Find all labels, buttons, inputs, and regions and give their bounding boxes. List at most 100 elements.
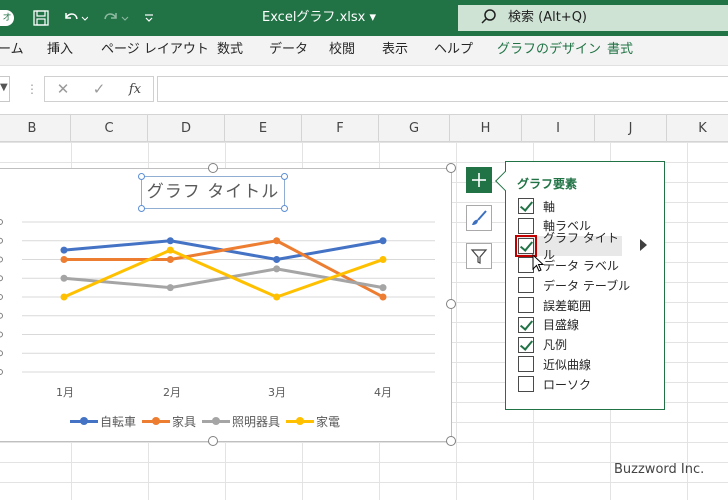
column-header-h[interactable]: H xyxy=(450,115,522,142)
checkbox[interactable] xyxy=(518,356,534,373)
chart-element-option[interactable]: ローソク xyxy=(518,374,656,394)
checkbox[interactable] xyxy=(518,316,534,333)
chart-resize-handle[interactable] xyxy=(446,436,456,446)
checkbox[interactable] xyxy=(518,297,534,313)
tab-view[interactable]: 表示 xyxy=(382,36,408,66)
legend-item: 家電 xyxy=(286,413,340,430)
chart-legend[interactable]: 自転車 家具 照明器具 家電 xyxy=(70,413,346,429)
data-point xyxy=(379,237,387,245)
column-header-g[interactable]: G xyxy=(379,115,450,142)
name-box-dropdown-icon[interactable]: ▼ xyxy=(0,82,8,93)
plot-area[interactable] xyxy=(0,168,452,442)
data-point xyxy=(273,265,281,273)
column-header-j[interactable]: J xyxy=(595,115,667,142)
tab-page-layout[interactable]: ページ レイアウト xyxy=(101,36,209,66)
title-handle[interactable] xyxy=(138,205,145,212)
tab-help[interactable]: ヘルプ xyxy=(434,36,473,66)
data-point xyxy=(273,293,281,301)
column-header-c[interactable]: C xyxy=(71,115,148,142)
legend-label: 家具 xyxy=(172,414,197,429)
y-tick-mark xyxy=(0,219,3,225)
tab-review[interactable]: 校閲 xyxy=(329,36,355,66)
y-tick-mark xyxy=(0,256,3,263)
column-header-e[interactable]: E xyxy=(225,115,302,142)
data-point xyxy=(166,284,174,292)
checkbox[interactable] xyxy=(518,217,534,234)
x-tick-label: 2月 xyxy=(163,386,181,399)
y-tick-mark xyxy=(0,237,3,244)
mouse-cursor-icon xyxy=(532,254,545,272)
y-tick-mark xyxy=(0,312,3,319)
tab-chart-design[interactable]: グラフのデザイン xyxy=(497,36,601,66)
document-title[interactable]: Excelグラフ.xlsx ▾ xyxy=(262,0,376,36)
enter-icon[interactable]: ✓ xyxy=(81,80,117,98)
column-header-i[interactable]: I xyxy=(522,115,595,142)
chart-resize-handle[interactable] xyxy=(446,163,456,173)
tab-format[interactable]: 書式 xyxy=(607,36,633,66)
legend-item: 家具 xyxy=(142,413,196,430)
tab-formulas[interactable]: 数式 xyxy=(217,36,243,66)
y-tick-mark xyxy=(0,350,3,357)
legend-label: 家電 xyxy=(316,414,341,429)
y-tick-mark xyxy=(0,369,3,375)
checkbox[interactable] xyxy=(518,198,534,214)
search-box[interactable]: 検索 (Alt+Q) xyxy=(458,5,728,31)
column-header-d[interactable]: D xyxy=(148,115,225,142)
checkbox[interactable] xyxy=(515,234,537,257)
data-point xyxy=(60,274,68,282)
chart-filters-button[interactable] xyxy=(466,243,492,269)
checkbox[interactable] xyxy=(518,336,534,353)
chart-element-label: 誤差範囲 xyxy=(543,298,592,313)
flyout-header: グラフ要素 xyxy=(517,177,578,191)
chart-element-option[interactable]: データ テーブル xyxy=(518,275,656,295)
save-icon[interactable] xyxy=(32,0,50,36)
title-handle[interactable] xyxy=(138,173,145,180)
chart-elements-button[interactable] xyxy=(466,167,492,193)
chart-element-option[interactable]: 近似曲線 xyxy=(518,354,656,374)
legend-swatch xyxy=(202,416,231,425)
cancel-icon[interactable]: ✕ xyxy=(45,80,81,98)
data-point xyxy=(166,237,174,245)
autosave-toggle[interactable]: オフ xyxy=(0,10,14,39)
series-line xyxy=(63,248,384,299)
insert-function-icon[interactable]: fx xyxy=(117,82,153,97)
column-header-b[interactable]: B xyxy=(0,115,71,142)
chart-element-option[interactable]: 軸 xyxy=(518,196,656,216)
chart-element-option[interactable]: 目盛線 xyxy=(518,315,656,335)
formula-bar-grip-icon: ⋮ xyxy=(26,82,38,96)
legend-swatch xyxy=(142,416,171,425)
data-point xyxy=(379,284,387,292)
data-point xyxy=(379,293,387,301)
search-icon xyxy=(480,8,498,36)
tab-home[interactable]: ーム xyxy=(0,36,24,66)
customize-qat-icon[interactable] xyxy=(144,0,154,36)
data-point xyxy=(273,237,281,245)
checkbox[interactable] xyxy=(518,376,534,393)
tab-insert[interactable]: 挿入 xyxy=(47,36,73,66)
chart-element-label: データ テーブル xyxy=(543,278,631,293)
redo-icon[interactable] xyxy=(100,0,130,36)
chart-element-option[interactable]: グラフ タイトル xyxy=(515,231,622,262)
legend-label: 自転車 xyxy=(100,414,137,429)
chart-title[interactable]: グラフ タイトル xyxy=(141,176,285,209)
data-point xyxy=(166,256,174,263)
chart-resize-handle[interactable] xyxy=(208,163,218,173)
chart-styles-button[interactable] xyxy=(466,205,492,231)
chart-resize-handle[interactable] xyxy=(208,436,218,446)
watermark: Buzzword Inc. xyxy=(614,462,705,477)
undo-icon[interactable] xyxy=(62,0,88,36)
chart-element-option[interactable]: 誤差範囲 xyxy=(518,295,656,315)
data-point xyxy=(273,256,281,263)
chart-resize-handle[interactable] xyxy=(446,299,456,309)
more-options-arrow-icon[interactable] xyxy=(640,239,647,251)
title-handle[interactable] xyxy=(281,173,288,180)
title-handle[interactable] xyxy=(281,205,288,212)
chart-element-option[interactable]: 凡例 xyxy=(518,335,656,355)
column-header-k[interactable]: K xyxy=(667,115,728,142)
tab-data[interactable]: データ xyxy=(269,36,308,66)
chart-element-label: 軸 xyxy=(543,199,556,214)
checkbox[interactable] xyxy=(518,277,534,294)
formula-input[interactable] xyxy=(157,76,728,102)
column-header-f[interactable]: F xyxy=(302,115,379,142)
legend-item: 照明器具 xyxy=(202,413,280,430)
